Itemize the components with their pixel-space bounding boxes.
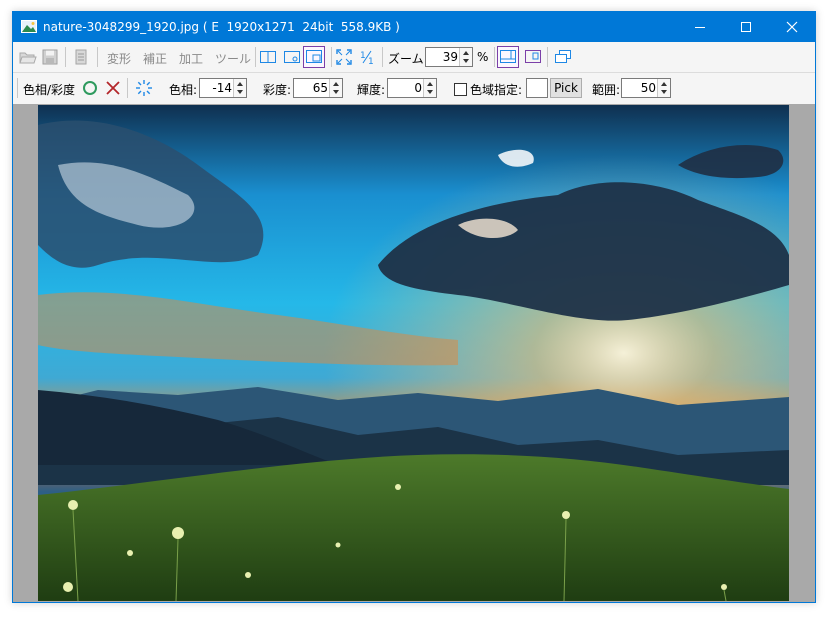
open-folder-icon[interactable] [19, 49, 37, 65]
brightness-label: 輝度: [357, 83, 386, 97]
svg-text:1: 1 [368, 57, 374, 65]
brightness-value[interactable]: 0 [414, 81, 422, 95]
adjust-mode-label: 色相/彩度 [23, 83, 76, 97]
hue-spinner[interactable]: -14 [199, 78, 247, 98]
zoom-label: ズーム: [388, 52, 428, 66]
hue-value[interactable]: -14 [212, 81, 232, 95]
preview-toggle-button[interactable] [303, 46, 325, 68]
zoom-value[interactable]: 39 [443, 50, 458, 64]
spin-up-icon [661, 82, 667, 86]
toolbar-grip[interactable] [17, 78, 18, 98]
toolbar-separator [331, 47, 332, 67]
saturation-label: 彩度: [263, 83, 292, 97]
apply-circle-icon[interactable] [82, 80, 98, 96]
landscape-photo [38, 105, 789, 601]
menu-correct[interactable]: 補正 [143, 50, 167, 67]
minimize-icon [695, 27, 705, 28]
hue-spin-arrows[interactable] [233, 79, 246, 97]
title-bar[interactable]: nature-3048299_1920.jpg ( E 1920x1271 24… [13, 12, 815, 42]
color-swatch[interactable] [526, 78, 548, 98]
range-label: 範囲: [592, 83, 621, 97]
adjust-toolbar: 色相/彩度 色相: -14 彩度: 65 輝度: 0 色域指定: Pick 範囲… [13, 73, 815, 105]
brightness-spinner[interactable]: 0 [387, 78, 437, 98]
saturation-value[interactable]: 65 [313, 81, 328, 95]
close-icon [786, 21, 798, 33]
toolbar-separator [547, 47, 548, 67]
maximize-icon [741, 22, 751, 32]
pick-button[interactable]: Pick [550, 78, 582, 98]
spin-up-icon [427, 82, 433, 86]
spin-down-icon [237, 90, 243, 94]
actual-size-icon[interactable]: 1 1 [359, 49, 375, 65]
spin-down-icon [427, 90, 433, 94]
color-range-label[interactable]: 色域指定: [470, 81, 522, 98]
app-window: nature-3048299_1920.jpg ( E 1920x1271 24… [12, 11, 816, 603]
toolbar-separator [255, 47, 256, 67]
menu-tool[interactable]: ツール [215, 50, 251, 67]
document-icon[interactable] [75, 49, 87, 65]
window-fit-icon[interactable] [283, 49, 301, 65]
brightness-spin-arrows[interactable] [423, 79, 436, 97]
spin-up-icon [463, 51, 469, 55]
toolbar-separator [127, 78, 128, 98]
panel-right-icon[interactable] [524, 49, 542, 65]
toolbar-separator [382, 47, 383, 67]
panel-bottom-button[interactable] [497, 46, 519, 68]
fit-screen-icon[interactable] [336, 49, 352, 65]
maximize-button[interactable] [723, 12, 769, 42]
window-title: nature-3048299_1920.jpg ( E 1920x1271 24… [43, 20, 400, 34]
toolbar-separator [494, 47, 495, 67]
panel-bottom-icon [500, 50, 516, 63]
spin-down-icon [463, 59, 469, 63]
saturation-spin-arrows[interactable] [329, 79, 342, 97]
toolbar-separator [65, 47, 66, 67]
range-value[interactable]: 50 [641, 81, 656, 95]
app-image-icon [21, 20, 37, 33]
minimize-button[interactable] [677, 12, 723, 42]
preview-icon [306, 50, 322, 63]
spin-down-icon [661, 90, 667, 94]
zoom-spin-arrows[interactable] [459, 48, 472, 66]
split-view-icon[interactable] [259, 49, 277, 65]
range-spin-arrows[interactable] [657, 79, 670, 97]
spin-up-icon [333, 82, 339, 86]
cancel-x-icon[interactable] [105, 80, 121, 96]
hue-label: 色相: [169, 83, 198, 97]
main-toolbar: 変形 補正 加工 ツール 1 1 ズーム: 39 % [13, 42, 815, 73]
toolbar-separator [97, 47, 98, 67]
zoom-spinner[interactable]: 39 [425, 47, 473, 67]
spin-down-icon [333, 90, 339, 94]
zoom-unit: % [477, 50, 489, 64]
menu-transform[interactable]: 変形 [107, 50, 131, 67]
auto-sparkle-icon[interactable] [135, 79, 153, 97]
range-spinner[interactable]: 50 [621, 78, 671, 98]
saturation-spinner[interactable]: 65 [293, 78, 343, 98]
window-cascade-icon[interactable] [554, 49, 572, 65]
save-icon[interactable] [42, 49, 58, 65]
close-button[interactable] [769, 12, 815, 42]
color-range-checkbox[interactable] [454, 83, 467, 96]
menu-process[interactable]: 加工 [179, 50, 203, 67]
image-canvas[interactable] [13, 104, 815, 602]
spin-up-icon [237, 82, 243, 86]
